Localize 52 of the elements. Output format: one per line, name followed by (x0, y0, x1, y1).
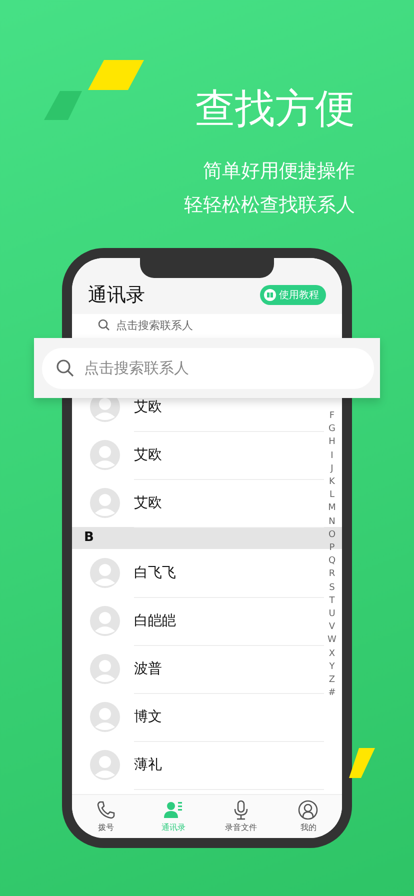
avatar-icon (90, 750, 120, 780)
index-letter[interactable]: L (329, 489, 334, 502)
index-letter[interactable]: T (329, 594, 335, 608)
index-letter[interactable]: K (329, 476, 335, 490)
decoration-shape (349, 748, 375, 778)
avatar-icon (90, 558, 120, 588)
index-letter[interactable]: M (328, 502, 336, 516)
subtitle: 简单好用便捷操作 (202, 159, 355, 184)
index-letter[interactable]: Y (329, 660, 335, 674)
index-letter[interactable]: G (328, 423, 336, 436)
avatar-icon (90, 702, 120, 732)
contact-name[interactable]: 白飞飞 (134, 564, 176, 582)
subtitle: 轻轻松松查找联系人 (183, 193, 355, 218)
index-letter[interactable]: Q (328, 555, 336, 568)
profile-icon (298, 800, 318, 820)
index-letter[interactable]: # (328, 687, 336, 700)
index-letter[interactable]: N (328, 516, 336, 529)
index-letter[interactable]: W (328, 634, 336, 648)
index-letter[interactable]: H (328, 436, 336, 450)
contact-name[interactable]: 艾欧 (134, 446, 162, 464)
book-icon (264, 289, 276, 301)
avatar-icon (90, 488, 120, 518)
avatar-icon (90, 606, 120, 636)
tab[interactable]: 拨号 (76, 800, 136, 833)
tab[interactable]: 录音文件 (210, 800, 271, 833)
index-letter[interactable]: F (329, 410, 335, 424)
contact-name[interactable]: 博文 (134, 708, 162, 726)
search-icon (56, 359, 74, 377)
index-letter[interactable]: V (328, 621, 336, 634)
screen-title: 通讯录 (88, 283, 145, 308)
index-letter[interactable]: P (329, 542, 335, 556)
headline: 查找方便 (194, 85, 355, 134)
index-letter[interactable]: S (329, 582, 335, 595)
search-field[interactable]: 点击搜索联系人 (42, 348, 374, 388)
index-letter[interactable]: J (330, 462, 334, 476)
index-letter[interactable]: O (328, 528, 336, 542)
index-letter[interactable]: R (328, 568, 336, 582)
contact-name[interactable]: 艾欧 (134, 494, 162, 512)
index-letter[interactable]: I (330, 450, 334, 463)
index-letter[interactable]: Z (328, 674, 336, 688)
avatar-icon (90, 654, 120, 684)
contact-name[interactable]: 波普 (134, 660, 162, 678)
contact-name[interactable]: 白皑皑 (134, 612, 176, 630)
tab[interactable]: 我的 (278, 800, 338, 833)
contacts-icon (163, 800, 184, 820)
phone-icon (96, 800, 116, 820)
contact-name[interactable]: 艾欧 (134, 398, 162, 416)
avatar-icon (90, 440, 120, 470)
search-icon (98, 319, 110, 331)
contact-name[interactable]: 薄礼 (134, 756, 162, 774)
index-letter[interactable]: X (328, 648, 336, 661)
index-letter[interactable]: U (328, 608, 336, 622)
